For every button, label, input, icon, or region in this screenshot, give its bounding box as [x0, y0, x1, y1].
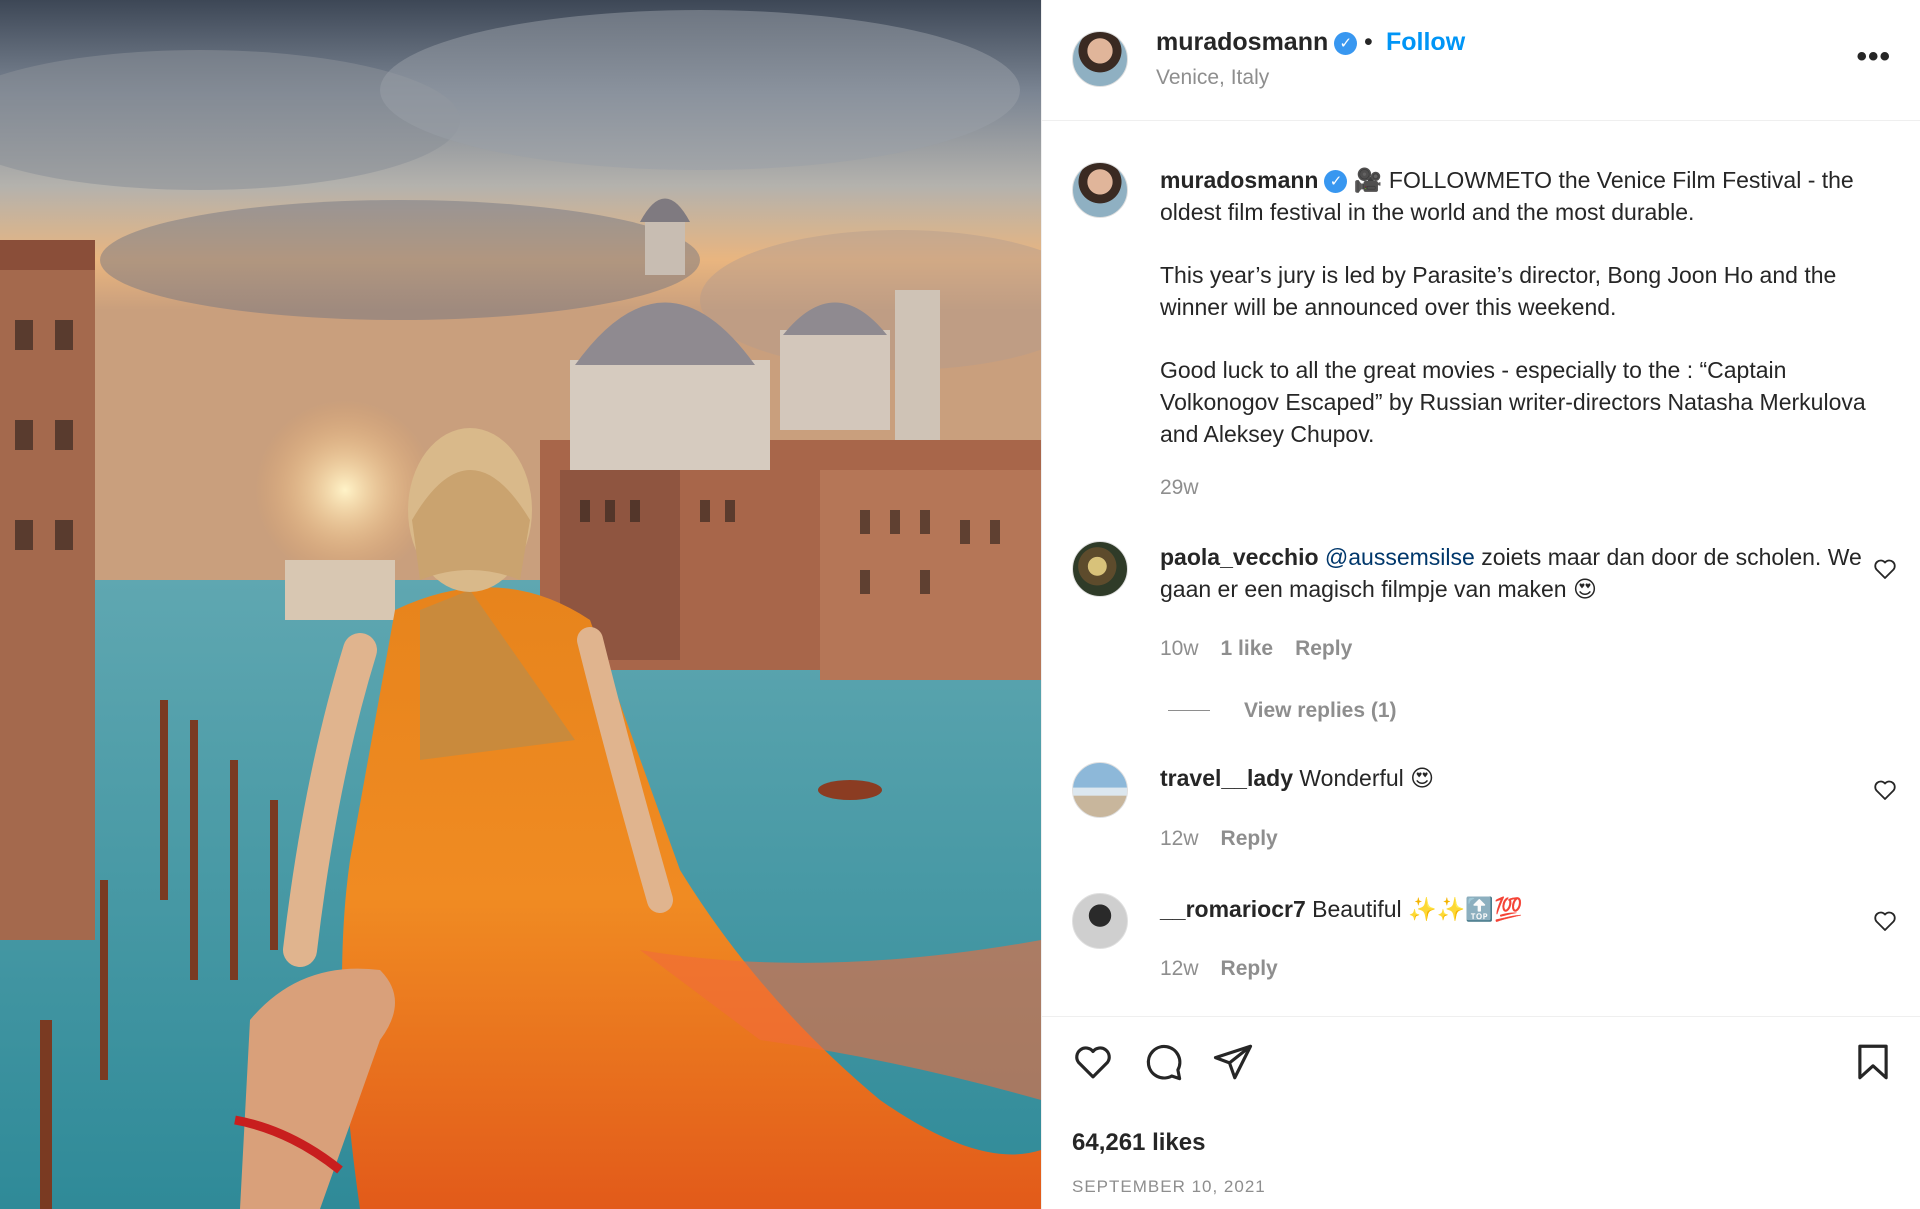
comment-icon[interactable] [1142, 1041, 1184, 1083]
comments-section[interactable]: muradosmann ✓ 🎥 FOLLOWMETO the Venice Fil… [1042, 121, 1920, 1016]
comment-like-heart-icon[interactable] [1873, 909, 1897, 933]
comment-mention-link[interactable]: @aussemsilse [1325, 544, 1475, 570]
camera-emoji: 🎥 [1353, 167, 1383, 193]
reply-button[interactable]: Reply [1295, 637, 1352, 660]
comment-meta: 12w Reply [1160, 827, 1300, 851]
caption-text: muradosmann ✓ 🎥 FOLLOWMETO the Venice Fil… [1160, 164, 1880, 228]
heart-icon[interactable] [1072, 1041, 1114, 1083]
separator-dot: • [1364, 28, 1373, 56]
comment-avatar[interactable] [1072, 762, 1128, 818]
caption-paragraph-2: This year’s jury is led by Parasite’s di… [1160, 262, 1837, 320]
caption-username[interactable]: muradosmann [1160, 167, 1318, 193]
comment-body: Wonderful 😍 [1299, 765, 1435, 791]
post-author[interactable]: muradosmann ✓ [1156, 28, 1358, 57]
post-author-username[interactable]: muradosmann [1156, 28, 1328, 56]
follow-button[interactable]: Follow [1386, 28, 1465, 57]
comment-text: __romariocr7 Beautiful ✨✨🔝💯 [1160, 893, 1880, 925]
post-date[interactable]: SEPTEMBER 10, 2021 [1072, 1177, 1266, 1197]
comment-meta: 10w 1 like Reply [1160, 637, 1374, 661]
caption-time[interactable]: 29w [1160, 476, 1199, 499]
post-actions: 64,261 likes SEPTEMBER 10, 2021 [1042, 1016, 1920, 1209]
verified-badge-icon: ✓ [1324, 170, 1348, 193]
caption-avatar[interactable] [1072, 162, 1128, 218]
post-header: muradosmann ✓ • Follow Venice, Italy ••• [1042, 0, 1920, 121]
reply-button[interactable]: Reply [1221, 957, 1278, 980]
reply-button[interactable]: Reply [1221, 827, 1278, 850]
comment-username[interactable]: paola_vecchio [1160, 544, 1319, 570]
more-icon[interactable]: ••• [1856, 40, 1891, 74]
view-replies-line [1168, 710, 1210, 711]
comment-text: paola_vecchio @aussemsilse zoiets maar d… [1160, 541, 1880, 605]
avatar[interactable] [1072, 31, 1128, 87]
paper-plane-icon[interactable] [1212, 1041, 1254, 1083]
verified-badge-icon: ✓ [1334, 32, 1358, 55]
comment-text: travel__lady Wonderful 😍 [1160, 762, 1880, 794]
comment-time[interactable]: 12w [1160, 957, 1199, 980]
comment-likes-count[interactable]: 1 like [1221, 637, 1274, 660]
post-details-panel: muradosmann ✓ • Follow Venice, Italy ••• … [1041, 0, 1920, 1209]
comment-avatar[interactable] [1072, 541, 1128, 597]
comment-body: Beautiful ✨✨🔝💯 [1312, 896, 1523, 922]
bookmark-icon[interactable] [1852, 1041, 1894, 1083]
likes-count[interactable]: 64,261 likes [1072, 1129, 1205, 1157]
comment-username[interactable]: travel__lady [1160, 765, 1293, 791]
comment-avatar[interactable] [1072, 893, 1128, 949]
post-image[interactable] [0, 0, 1041, 1209]
venice-photo-illustration [0, 0, 1041, 1209]
post-location[interactable]: Venice, Italy [1156, 66, 1269, 90]
view-replies-label[interactable]: View replies (1) [1244, 699, 1397, 722]
caption-paragraph-3: Good luck to all the great movies - espe… [1160, 357, 1866, 447]
comment-time[interactable]: 12w [1160, 827, 1199, 850]
comment-like-heart-icon[interactable] [1873, 778, 1897, 802]
comment-like-heart-icon[interactable] [1873, 557, 1897, 581]
comment-time[interactable]: 10w [1160, 637, 1199, 660]
comment-username[interactable]: __romariocr7 [1160, 896, 1306, 922]
view-replies-button[interactable]: View replies (1) [1168, 699, 1397, 723]
comment-meta: 12w Reply [1160, 957, 1300, 981]
caption-meta: 29w [1160, 476, 1221, 500]
